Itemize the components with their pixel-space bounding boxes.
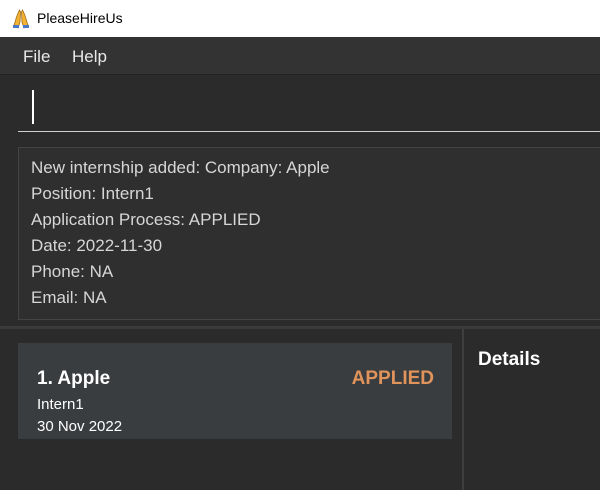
window-title: PleaseHireUs bbox=[37, 10, 123, 26]
details-title: Details bbox=[478, 349, 541, 370]
internship-date: 30 Nov 2022 bbox=[37, 418, 123, 435]
command-input[interactable] bbox=[18, 84, 600, 132]
result-line: Application Process: APPLIED bbox=[31, 210, 261, 229]
details-panel: Details bbox=[464, 329, 600, 490]
command-box bbox=[0, 75, 600, 141]
result-line: Date: 2022-11-30 bbox=[31, 236, 163, 255]
result-display: New internship added: Company: Apple Pos… bbox=[18, 147, 600, 320]
title-bar: PleaseHireUs bbox=[0, 0, 600, 37]
menu-bar: File Help bbox=[0, 37, 600, 75]
menu-help[interactable]: Help bbox=[72, 47, 107, 67]
praying-hands-icon bbox=[13, 9, 29, 29]
menu-file[interactable]: File bbox=[23, 47, 50, 67]
result-line: New internship added: Company: Apple bbox=[31, 158, 330, 177]
text-caret bbox=[32, 90, 34, 124]
internship-position: Intern1 bbox=[37, 396, 84, 413]
status-badge: APPLIED bbox=[351, 368, 434, 389]
result-line: Email: NA bbox=[31, 288, 107, 307]
internship-company: 1. Apple bbox=[37, 368, 111, 389]
result-line: Position: Intern1 bbox=[31, 184, 154, 203]
internship-card[interactable]: 1. Apple APPLIED Intern1 30 Nov 2022 bbox=[18, 343, 452, 439]
result-line: Phone: NA bbox=[31, 262, 114, 281]
internship-list: 1. Apple APPLIED Intern1 30 Nov 2022 bbox=[4, 329, 462, 490]
